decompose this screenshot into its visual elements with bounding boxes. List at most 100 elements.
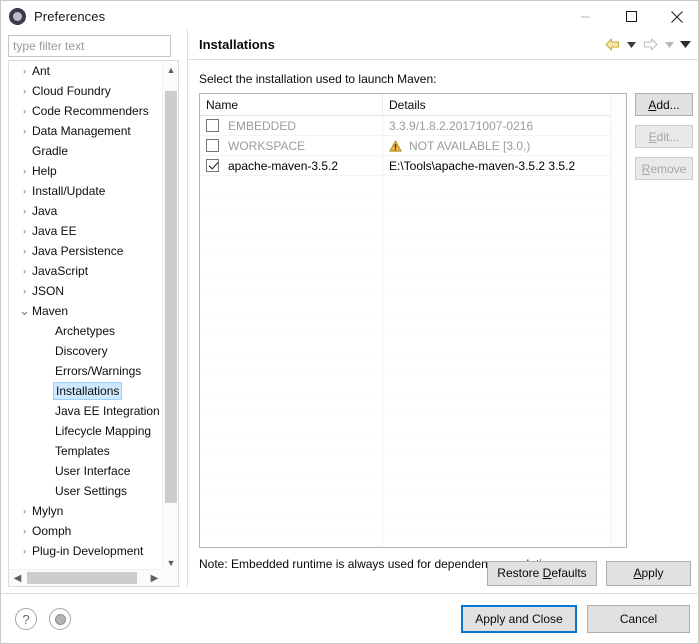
sidebar-item-install-update[interactable]: › Install/Update	[9, 181, 163, 201]
sidebar-item-label: Gradle	[32, 144, 69, 158]
tree-vertical-scrollbar[interactable]: ▲ ▼	[162, 61, 178, 571]
back-arrow-icon[interactable]	[602, 35, 622, 55]
sidebar-item-label: Java Persistence	[32, 244, 124, 258]
oomph-icon[interactable]	[49, 608, 71, 630]
sidebar-item-java-ee[interactable]: › Java EE	[9, 221, 163, 241]
chevron-right-icon[interactable]: ›	[17, 106, 32, 116]
chevron-right-icon[interactable]: ›	[17, 266, 32, 276]
sidebar-item-help[interactable]: › Help	[9, 161, 163, 181]
restore-defaults-button[interactable]: Restore Defaults	[487, 560, 597, 586]
sidebar-item-ant[interactable]: › Ant	[9, 61, 163, 81]
button-label: Edit...	[648, 129, 680, 144]
chevron-right-icon[interactable]: ›	[17, 246, 32, 256]
sidebar-item-java-persistence[interactable]: › Java Persistence	[9, 241, 163, 261]
sidebar-item-archetypes[interactable]: Archetypes	[9, 321, 163, 341]
chevron-right-icon[interactable]: ›	[17, 126, 32, 136]
sidebar-item-data-management[interactable]: › Data Management	[9, 121, 163, 141]
cancel-button[interactable]: Cancel	[587, 605, 690, 633]
back-dropdown-icon[interactable]	[624, 35, 638, 55]
remove-button: Remove	[635, 157, 693, 180]
search-input[interactable]	[8, 35, 171, 57]
empty-cell	[200, 455, 383, 476]
empty-cell	[200, 195, 383, 216]
tree-hscroll-thumb[interactable]	[27, 572, 137, 584]
table-row[interactable]: WORKSPACE NOT AVAILABLE [3.0,)	[200, 135, 626, 156]
chevron-right-icon[interactable]: ›	[17, 506, 32, 516]
sidebar-item-javascript[interactable]: › JavaScript	[9, 261, 163, 281]
chevron-right-icon[interactable]: ›	[17, 226, 32, 236]
sidebar-item-java[interactable]: › Java	[9, 201, 163, 221]
sidebar-item-templates[interactable]: Templates	[9, 441, 163, 461]
maximize-icon[interactable]	[608, 1, 654, 32]
sidebar-item-plug-in-development[interactable]: › Plug-in Development	[9, 541, 163, 561]
add-button[interactable]: Add...	[635, 93, 693, 116]
sidebar-item-gradle[interactable]: Gradle	[9, 141, 163, 161]
chevron-right-icon[interactable]: ›	[17, 86, 32, 96]
empty-cell	[383, 336, 626, 356]
chevron-right-icon[interactable]: ›	[17, 166, 32, 176]
table-row[interactable]: apache-maven-3.5.2 E:\Tools\apache-maven-…	[200, 155, 626, 176]
title-bar: Preferences	[1, 1, 698, 32]
table-empty-row	[200, 515, 626, 536]
installation-name: WORKSPACE	[228, 138, 306, 153]
scroll-up-icon[interactable]: ▲	[163, 61, 178, 78]
minimize-icon[interactable]	[562, 1, 608, 32]
apply-and-close-button[interactable]: Apply and Close	[461, 605, 577, 633]
sidebar-item-user-interface[interactable]: User Interface	[9, 461, 163, 481]
empty-cell	[383, 176, 626, 196]
empty-cell	[383, 236, 626, 256]
row-checkbox[interactable]	[206, 159, 219, 172]
sidebar-item-user-settings[interactable]: User Settings	[9, 481, 163, 501]
sidebar-item-lifecycle-mapping[interactable]: Lifecycle Mapping	[9, 421, 163, 441]
column-header-name[interactable]: Name	[200, 94, 383, 115]
table-empty-row	[200, 215, 626, 236]
chevron-right-icon[interactable]: ›	[17, 186, 32, 196]
tree-vscroll-thumb[interactable]	[165, 91, 177, 503]
installation-details: NOT AVAILABLE [3.0,)	[409, 138, 531, 153]
view-menu-icon[interactable]	[678, 35, 692, 55]
chevron-right-icon[interactable]: ›	[17, 206, 32, 216]
chevron-right-icon[interactable]: ›	[17, 526, 32, 536]
sidebar-item-oomph[interactable]: › Oomph	[9, 521, 163, 541]
table-empty-row	[200, 435, 626, 456]
apply-button[interactable]: Apply	[606, 560, 691, 586]
sidebar-item-cloud-foundry[interactable]: › Cloud Foundry	[9, 81, 163, 101]
table-cell-name: EMBEDDED	[200, 115, 383, 136]
empty-cell	[200, 335, 383, 356]
scroll-left-icon[interactable]: ◀	[9, 570, 26, 586]
sidebar-item-label: Java	[32, 204, 58, 218]
button-label: Remove	[641, 161, 687, 176]
sidebar-item-json[interactable]: › JSON	[9, 281, 163, 301]
sidebar-item-java-ee-integration[interactable]: Java EE Integration	[9, 401, 163, 421]
tree-horizontal-scrollbar[interactable]: ◀ ▶	[9, 569, 178, 586]
table-cell-details: NOT AVAILABLE [3.0,)	[383, 136, 626, 156]
sidebar-item-label: Help	[32, 164, 57, 178]
table-vertical-scrollbar[interactable]	[610, 94, 626, 547]
sidebar-item-maven[interactable]: ⌄ Maven	[9, 301, 163, 321]
scroll-right-icon[interactable]: ▶	[146, 570, 163, 586]
chevron-right-icon[interactable]: ›	[17, 546, 32, 556]
row-checkbox[interactable]	[206, 119, 219, 132]
footer-buttons: Apply and Close Cancel	[461, 605, 690, 633]
row-checkbox[interactable]	[206, 139, 219, 152]
chevron-down-icon[interactable]: ⌄	[17, 304, 32, 317]
sidebar-item-code-recommenders[interactable]: › Code Recommenders	[9, 101, 163, 121]
table-row[interactable]: EMBEDDED 3.3.9/1.8.2.20171007-0216	[200, 115, 626, 136]
gear-icon	[9, 8, 26, 25]
table-empty-row	[200, 175, 626, 196]
sidebar-item-discovery[interactable]: Discovery	[9, 341, 163, 361]
sidebar-item-label: Code Recommenders	[32, 104, 149, 118]
sidebar-item-errors-warnings[interactable]: Errors/Warnings	[9, 361, 163, 381]
chevron-right-icon[interactable]: ›	[17, 66, 32, 76]
button-label: Add...	[648, 97, 680, 112]
preference-page: Installations Select the installation us…	[187, 29, 698, 587]
close-icon[interactable]	[654, 1, 698, 32]
sidebar-item-installations[interactable]: Installations	[9, 381, 163, 401]
tree-list[interactable]: › Ant › Cloud Foundry › Code Recommenders › Dat…	[9, 61, 163, 571]
column-header-details[interactable]: Details	[383, 94, 626, 115]
empty-cell	[383, 456, 626, 476]
sidebar-item-mylyn[interactable]: › Mylyn	[9, 501, 163, 521]
sidebar-item-label: Java EE Integration	[55, 404, 160, 418]
help-icon[interactable]: ?	[15, 608, 37, 630]
chevron-right-icon[interactable]: ›	[17, 286, 32, 296]
